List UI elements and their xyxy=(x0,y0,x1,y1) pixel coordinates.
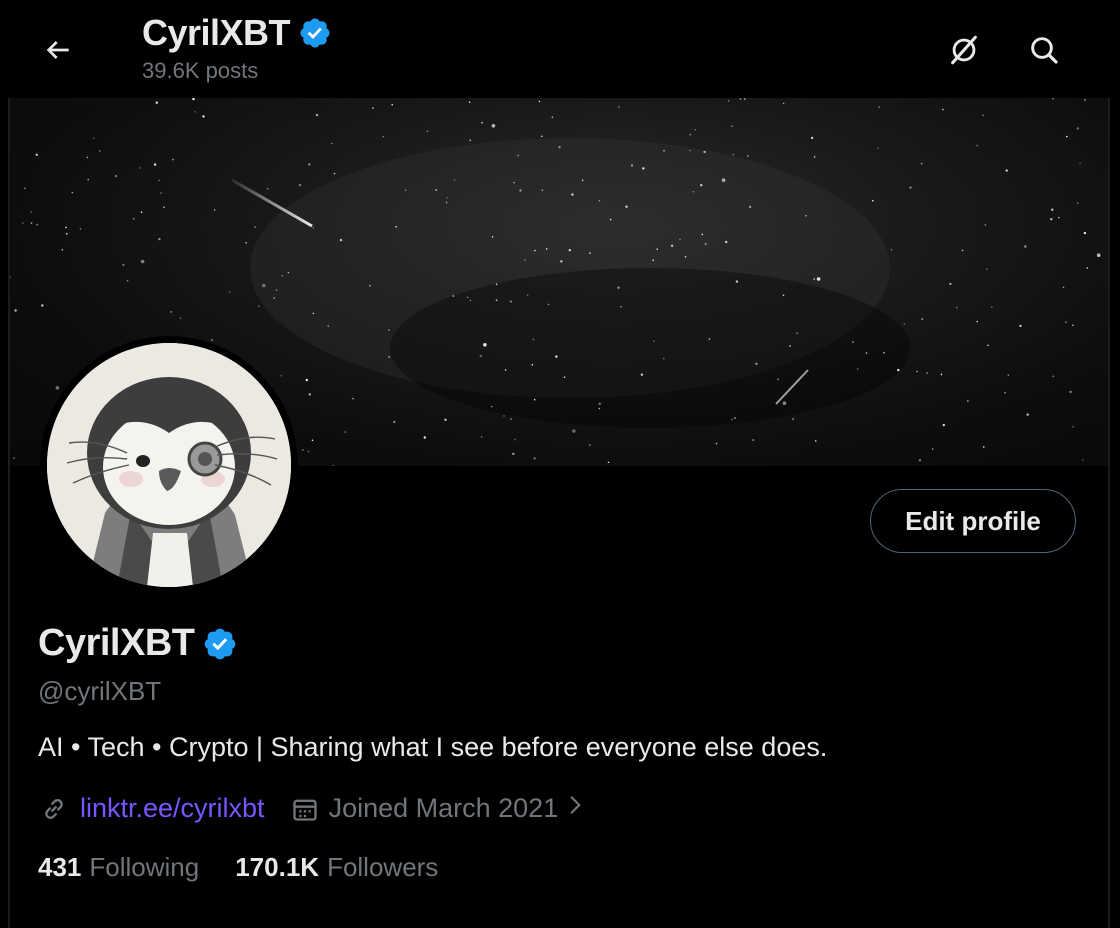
verified-badge-icon xyxy=(300,18,330,48)
penguin-avatar-image xyxy=(47,343,291,587)
header-display-name: CyrilXBT xyxy=(142,12,291,53)
grok-button[interactable] xyxy=(942,28,986,72)
edit-profile-button[interactable]: Edit profile xyxy=(870,489,1076,553)
followers-count: 170.1K xyxy=(235,852,320,882)
header-title: CyrilXBT 39.6K posts xyxy=(142,12,332,84)
profile-bio: AI • Tech • Crypto | Sharing what I see … xyxy=(38,732,828,762)
followers-label: Followers xyxy=(327,852,439,882)
following-count: 431 xyxy=(38,852,82,882)
grok-icon xyxy=(951,35,977,65)
arrow-left-icon xyxy=(46,41,69,59)
profile-page: CyrilXBT 39.6K posts Edit profile CyrilX… xyxy=(0,0,1120,928)
following-label: Following xyxy=(89,852,200,882)
following-link[interactable]: 431 Following xyxy=(38,852,199,883)
calendar-icon xyxy=(289,793,321,825)
search-icon xyxy=(1031,37,1058,64)
chevron-right-icon xyxy=(566,792,586,825)
search-button[interactable] xyxy=(1022,28,1066,72)
verified-badge-icon[interactable] xyxy=(202,626,238,662)
profile-avatar[interactable] xyxy=(40,336,298,594)
profile-header: CyrilXBT 39.6K posts xyxy=(0,0,1120,98)
profile-link[interactable]: linktr.ee/cyrilxbt xyxy=(80,793,265,824)
user-handle: @cyrilXBT xyxy=(38,676,162,706)
back-button[interactable] xyxy=(36,28,80,72)
display-name: CyrilXBT xyxy=(38,622,195,664)
followers-link[interactable]: 170.1K Followers xyxy=(235,852,438,883)
profile-meta: linktr.ee/cyrilxbt Joined March 2021 xyxy=(38,792,586,825)
post-count: 39.6K posts xyxy=(142,58,259,83)
link-icon xyxy=(38,793,70,825)
joined-date-button[interactable]: Joined March 2021 xyxy=(289,792,587,825)
follow-stats: 431 Following 170.1K Followers xyxy=(38,852,438,883)
profile-name-row: CyrilXBT xyxy=(38,622,238,665)
frame-border-right xyxy=(1108,0,1110,928)
joined-date: Joined March 2021 xyxy=(328,793,559,823)
